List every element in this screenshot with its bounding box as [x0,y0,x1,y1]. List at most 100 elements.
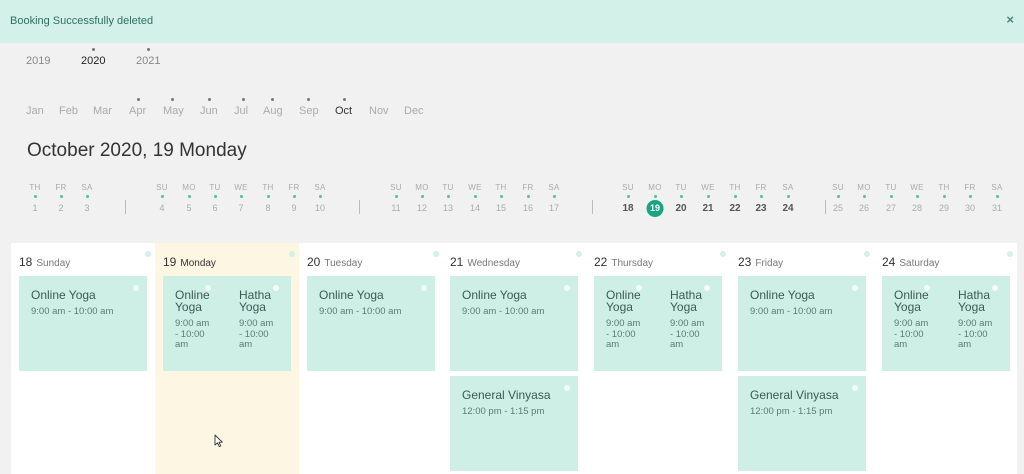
day-30[interactable]: 30 [965,203,975,213]
year-indicator-dot [92,48,95,51]
month-jul[interactable]: Jul [234,105,248,117]
day-14[interactable]: 14 [470,203,480,213]
day-15[interactable]: 15 [496,203,506,213]
month-feb[interactable]: Feb [59,105,78,117]
day-11[interactable]: 11 [391,203,400,213]
day-column-thursday: 22 Thursday Online Yoga 9:00 am - 10:00 am Hath… [586,243,730,474]
availability-dot [421,195,424,198]
day-name: Saturday [899,258,940,269]
day-29[interactable]: 29 [939,203,949,213]
day-12[interactable]: 12 [417,203,427,213]
day-1[interactable]: 1 [32,203,37,213]
month-oct[interactable]: Oct [335,105,352,117]
weekday-label: MO [857,183,871,192]
day-name: Sunday [36,258,71,269]
class-time: am [239,339,253,350]
weekday-label: MO [415,183,429,192]
day-31[interactable]: 31 [992,203,1002,213]
month-may[interactable]: May [163,105,184,117]
day-9[interactable]: 9 [291,203,296,213]
day-20[interactable]: 20 [675,203,686,214]
class-card[interactable]: Online Yoga 9:00 am - 10:00 am Hatha Yoga 9:00 … [594,276,722,371]
day-23[interactable]: 23 [755,203,766,214]
class-card[interactable]: General Vinyasa 12:00 pm - 1:15 pm [450,376,578,471]
day-indicator-dot [433,251,439,257]
class-card[interactable]: Online Yoga 9:00 am - 10:00 am [450,276,578,371]
month-jan[interactable]: Jan [26,105,44,117]
availability-dot [680,195,683,198]
availability-dot [267,195,270,198]
week-calendar: 18 Sunday Online Yoga 9:00 am - 10:00 am 19 M… [11,243,1017,474]
class-time: 9:00 am [239,318,274,329]
close-icon[interactable]: × [1006,12,1014,27]
day-2[interactable]: 2 [58,203,63,213]
class-card[interactable]: Online Yoga 9:00 am - 10:00 am [738,276,866,371]
weekday-label: SA [991,183,1003,192]
class-card[interactable]: Online Yoga 9:00 am - 10:00 am [19,276,147,371]
day-25[interactable]: 25 [833,203,843,213]
day-4[interactable]: 4 [159,203,164,213]
day-18[interactable]: 18 [622,203,633,214]
class-time: 12:00 pm - 1:15 pm [462,406,545,417]
day-22[interactable]: 22 [729,203,740,214]
availability-dot [527,195,530,198]
class-card[interactable]: Online Yoga 9:00 am - 10:00 am Hatha Yoga 9:00 … [882,276,1010,371]
day-strip: TH 1 FR 2 SA 3 SU 4 MO 5 TU 6 WE 7 TH 8 FR 9 SA 10 SU 11 MO 12 T… [0,180,1024,220]
day-26[interactable]: 26 [859,203,869,213]
day-column-header: 21 Wednesday [450,253,520,271]
day-column-wednesday: 21 Wednesday Online Yoga 9:00 am - 10:00 am… [442,243,586,474]
month-mar[interactable]: Mar [93,105,112,117]
class-card[interactable]: Online Yoga 9:00 am - 10:00 am [307,276,435,371]
card-indicator-dot [704,285,710,291]
day-17[interactable]: 17 [549,203,559,213]
month-sep[interactable]: Sep [299,105,319,117]
weekday-label: TH [729,183,741,192]
day-column-header: 23 Friday [738,253,783,271]
day-13[interactable]: 13 [443,203,453,213]
month-nov[interactable]: Nov [369,105,389,117]
class-card[interactable]: General Vinyasa 12:00 pm - 1:15 pm [738,376,866,471]
day-indicator-dot [576,251,582,257]
availability-dot [240,195,243,198]
day-28[interactable]: 28 [912,203,922,213]
availability-dot [161,195,164,198]
day-19[interactable]: 19 [646,200,664,217]
day-indicator-dot [720,251,726,257]
month-apr[interactable]: Apr [129,105,146,117]
availability-dot [943,195,946,198]
card-indicator-dot [852,285,858,291]
year-2020[interactable]: 2020 [81,55,105,67]
class-time: am [175,339,189,350]
day-7[interactable]: 7 [238,203,243,213]
day-24[interactable]: 24 [782,203,793,214]
weekday-label: TU [675,183,687,192]
class-name: Online Yoga [319,288,384,302]
day-21[interactable]: 21 [702,203,713,214]
week-separator [359,200,360,214]
day-10[interactable]: 10 [315,203,325,213]
weekday-label: WE [701,183,715,192]
year-indicator-dot [147,48,150,51]
card-indicator-dot [421,285,427,291]
day-16[interactable]: 16 [523,203,533,213]
class-card[interactable]: Online Yoga 9:00 am - 10:00 am Hatha Yoga 9:00 … [163,276,291,371]
day-5[interactable]: 5 [186,203,191,213]
day-27[interactable]: 27 [886,203,896,213]
weekday-label: TH [262,183,274,192]
day-column-friday: 23 Friday Online Yoga 9:00 am - 10:00 am Gen… [730,243,874,474]
class-name: Yoga [239,300,266,314]
weekday-label: FR [755,183,767,192]
day-8[interactable]: 8 [265,203,270,213]
weekday-label: FR [288,183,300,192]
month-dec[interactable]: Dec [404,105,424,117]
month-jun[interactable]: Jun [200,105,218,117]
card-indicator-dot [564,285,570,291]
month-aug[interactable]: Aug [263,105,283,117]
class-time: 9:00 am [175,318,210,329]
day-6[interactable]: 6 [212,203,217,213]
month-selector: Jan Feb Mar Apr May Jun Jul Aug Sep Oct Nov Dec [0,98,460,122]
day-3[interactable]: 3 [84,203,89,213]
weekday-label: SU [832,183,844,192]
year-2019[interactable]: 2019 [26,55,50,67]
year-2021[interactable]: 2021 [136,55,160,67]
